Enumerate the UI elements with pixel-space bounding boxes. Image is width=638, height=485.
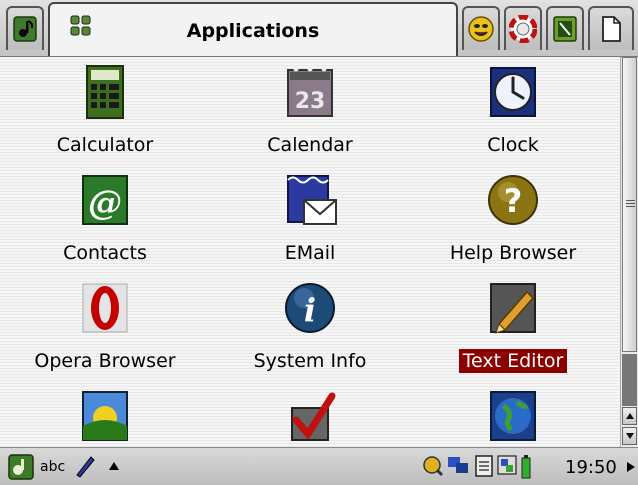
scroll-up-button[interactable] bbox=[622, 407, 637, 425]
tab-home[interactable] bbox=[6, 6, 44, 50]
sync-icon bbox=[497, 455, 517, 475]
app-contacts[interactable]: @ Contacts bbox=[0, 168, 210, 280]
arrow-up-icon bbox=[626, 413, 634, 419]
application-launcher-screen: Applications Calculator 23 Calendar Cloc… bbox=[0, 0, 638, 485]
clock-time[interactable]: 19:50 bbox=[565, 457, 617, 478]
help-question-icon: ? bbox=[488, 175, 538, 225]
app-text-editor[interactable]: Text Editor bbox=[408, 276, 618, 388]
scroll-grip bbox=[626, 200, 635, 208]
utilities-icon bbox=[553, 16, 577, 42]
opera-icon bbox=[82, 283, 128, 333]
app-label: Clock bbox=[487, 134, 539, 156]
landscape-sun-icon bbox=[82, 391, 128, 441]
clock-icon bbox=[490, 67, 536, 117]
scroll-track[interactable] bbox=[622, 354, 637, 406]
app-system-info[interactable]: i System Info bbox=[205, 276, 415, 388]
app-label: Help Browser bbox=[449, 242, 577, 264]
vertical-scrollbar[interactable] bbox=[620, 57, 638, 447]
tab-applications-label: Applications bbox=[186, 20, 320, 42]
app-label: Calculator bbox=[56, 134, 154, 156]
calendar-icon-text: 23 bbox=[295, 89, 326, 114]
app-images[interactable] bbox=[0, 384, 210, 447]
tab-games[interactable] bbox=[462, 6, 500, 50]
status-bar: abc 19:50 bbox=[0, 447, 638, 485]
app-email[interactable]: EMail bbox=[205, 168, 415, 280]
app-calendar[interactable]: 23 Calendar bbox=[205, 60, 415, 172]
home-tab-icon bbox=[13, 16, 37, 42]
tab-utilities[interactable] bbox=[546, 6, 584, 50]
calendar-icon: 23 bbox=[287, 66, 333, 117]
tab-documents[interactable] bbox=[588, 6, 634, 50]
menu-up-arrow-icon[interactable] bbox=[108, 461, 120, 471]
pencil-icon bbox=[490, 283, 536, 334]
clipboard-icon bbox=[475, 455, 493, 477]
app-opera-browser[interactable]: Opera Browser bbox=[0, 276, 210, 388]
contacts-at-icon: @ bbox=[82, 175, 128, 225]
arrow-down-icon bbox=[626, 433, 634, 439]
scroll-thumb[interactable] bbox=[622, 57, 637, 352]
app-label: Contacts bbox=[63, 242, 147, 264]
app-label: EMail bbox=[284, 242, 336, 264]
app-label: Text Editor bbox=[458, 349, 568, 373]
document-icon bbox=[602, 16, 621, 42]
arrow-right-icon[interactable] bbox=[626, 461, 636, 473]
scroll-down-button[interactable] bbox=[622, 427, 637, 445]
lifebuoy-icon bbox=[509, 15, 537, 43]
app-world[interactable] bbox=[408, 384, 618, 447]
input-mode-indicator[interactable]: abc bbox=[40, 459, 65, 475]
tab-bar: Applications bbox=[0, 0, 638, 57]
app-label: Calendar bbox=[267, 134, 353, 156]
system-tray-icons[interactable] bbox=[420, 453, 560, 481]
app-help-browser[interactable]: ? Help Browser bbox=[408, 168, 618, 280]
start-menu-icon[interactable] bbox=[8, 454, 34, 480]
app-label: Opera Browser bbox=[34, 350, 176, 372]
calculator-icon bbox=[86, 65, 124, 119]
info-icon: i bbox=[285, 283, 335, 333]
battery-icon bbox=[521, 455, 531, 479]
info-icon-text: i bbox=[304, 291, 316, 329]
app-clock[interactable]: Clock bbox=[408, 60, 618, 172]
app-calculator[interactable]: Calculator bbox=[0, 60, 210, 172]
tab-applications[interactable]: Applications bbox=[48, 2, 458, 56]
checkmark-icon bbox=[291, 392, 336, 441]
contacts-icon-text: @ bbox=[88, 183, 122, 223]
app-label: System Info bbox=[253, 350, 367, 372]
app-grid: Calculator 23 Calendar Clock @ Contacts … bbox=[0, 57, 620, 447]
help-icon-text: ? bbox=[504, 182, 523, 220]
smiley-face-icon bbox=[468, 16, 494, 42]
handwriting-pen-icon[interactable] bbox=[74, 454, 96, 478]
email-envelope-icon bbox=[287, 175, 337, 225]
globe-icon bbox=[490, 391, 536, 441]
network-icon bbox=[448, 457, 468, 473]
tab-settings[interactable] bbox=[504, 6, 542, 50]
search-lens-icon bbox=[423, 456, 444, 477]
app-todo[interactable] bbox=[205, 384, 415, 447]
